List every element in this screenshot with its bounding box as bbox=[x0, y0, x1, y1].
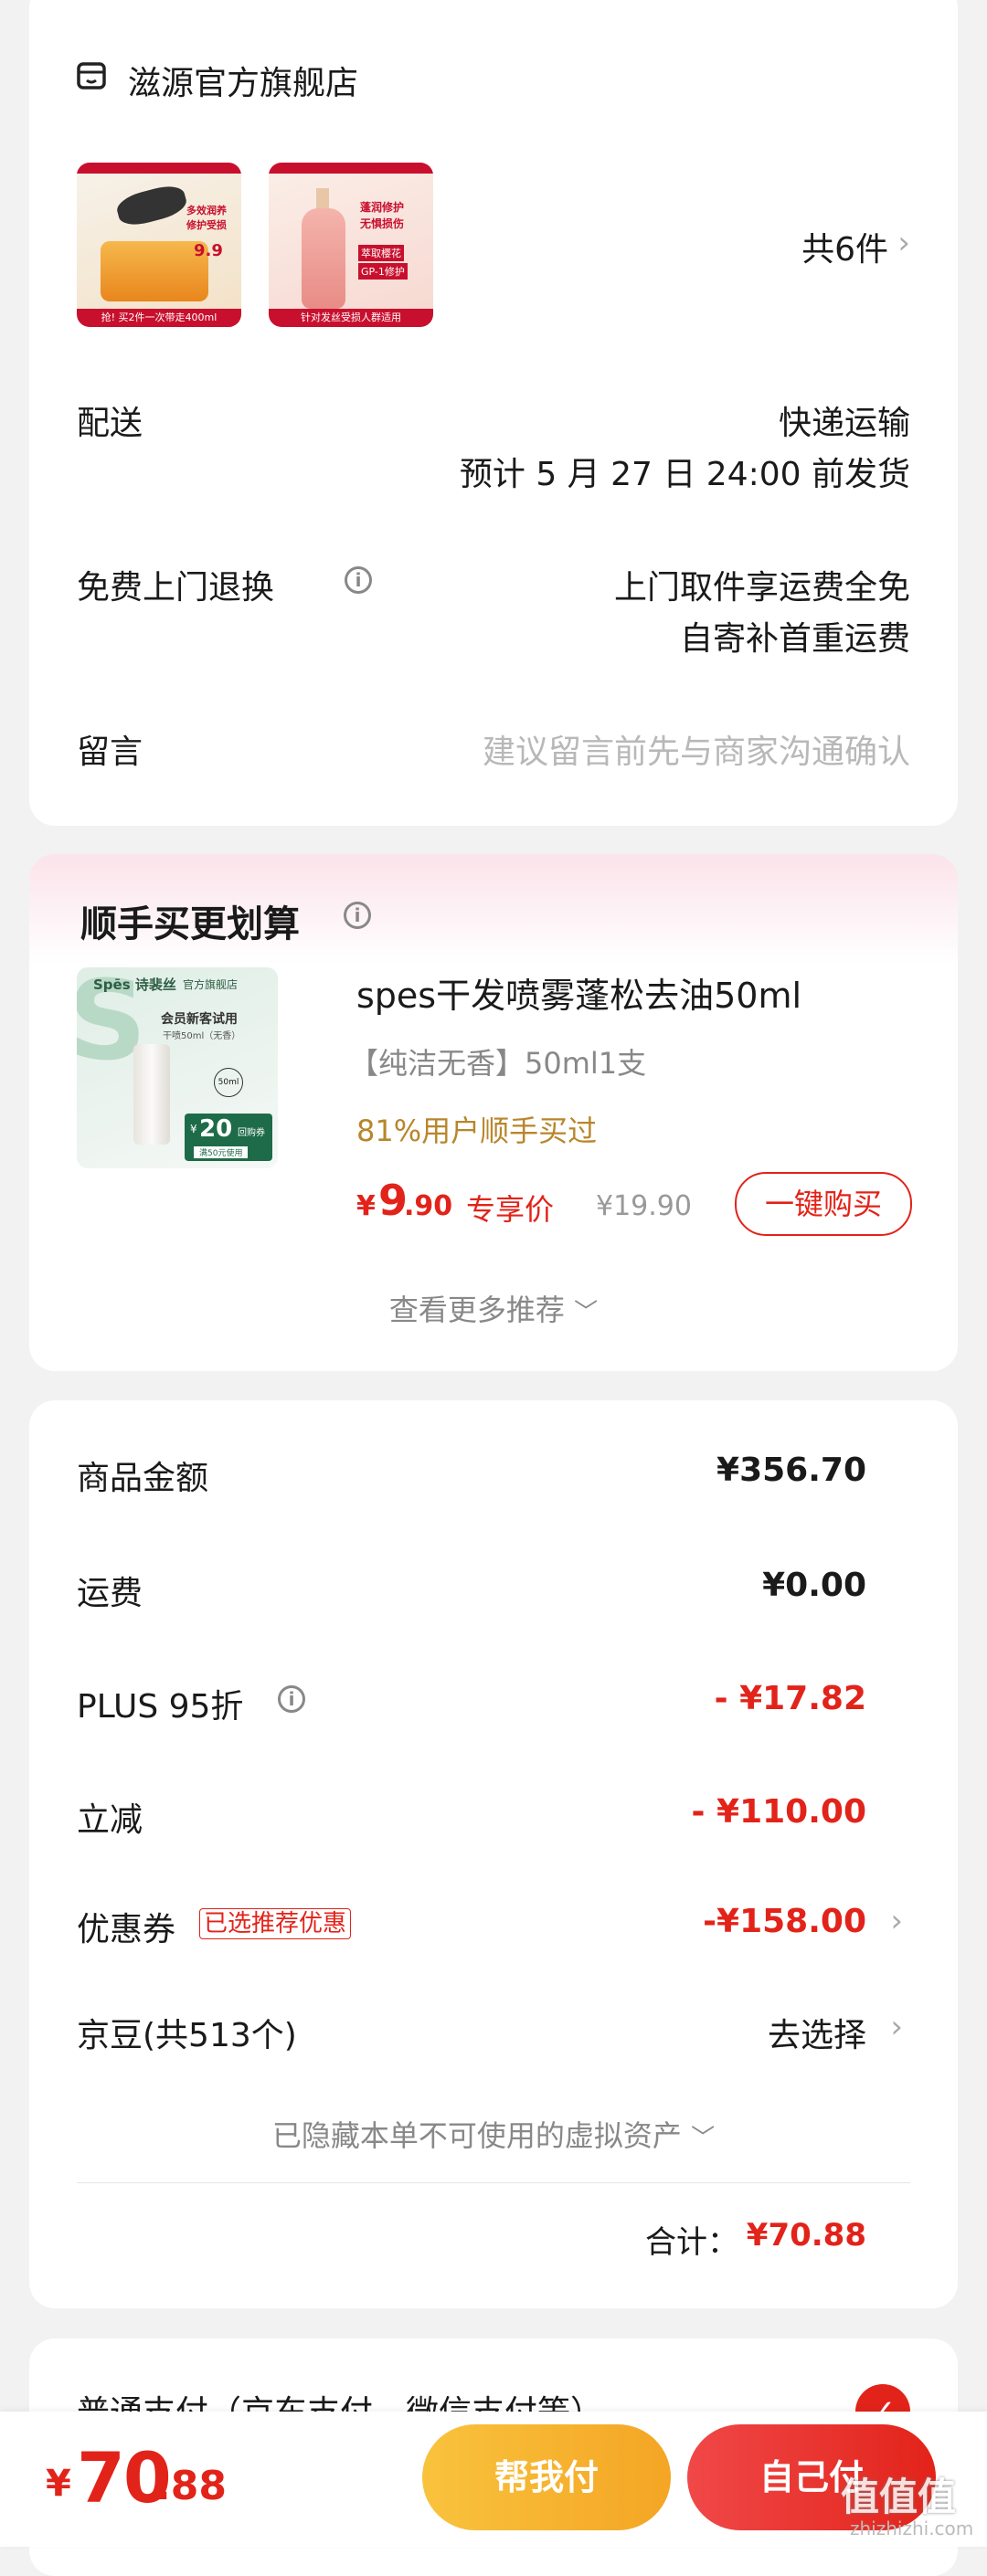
img-coupon: ¥ 20 回购券 满50元使用 bbox=[185, 1114, 272, 1161]
message-label: 留言 bbox=[77, 734, 143, 771]
bottom-price-dec: .88 bbox=[155, 2463, 227, 2509]
img-coupon-label: 回购券 bbox=[238, 1128, 265, 1138]
thumb-2-tag2: 无惧损伤 bbox=[360, 217, 405, 230]
store-icon bbox=[77, 62, 106, 90]
chevron-right-icon[interactable]: › bbox=[890, 1903, 903, 1939]
bottom-bar: ¥ 70 .88 帮我付 自己付 值值值 zhizhizhi.com bbox=[0, 2412, 987, 2547]
coupon-tag: 已选推荐优惠 bbox=[199, 1908, 352, 1939]
hidden-assets-toggle[interactable]: 已隐藏本单不可使用的虚拟资产 ﹀ bbox=[29, 2113, 958, 2155]
img-coupon-cond: 满50元使用 bbox=[194, 1146, 249, 1158]
img-coupon-symbol: ¥ bbox=[190, 1123, 197, 1135]
recommend-product-name[interactable]: spes干发喷雾蓬松去油50ml bbox=[356, 967, 801, 1018]
product-thumb-2[interactable]: 蓬润修护 无惧损伤 萃取樱花 GP-1修护 针对发丝受损人群适用 bbox=[269, 163, 433, 327]
help-pay-button[interactable]: 帮我付 bbox=[422, 2424, 671, 2530]
returns-label: 免费上门退换 bbox=[77, 569, 275, 607]
recommend-bought: 81%用户顺手买过 bbox=[356, 1114, 598, 1148]
goods-amount-value: ¥356.70 bbox=[716, 1452, 866, 1489]
total-label: 合计： bbox=[645, 2224, 738, 2261]
total-value: ¥70.88 bbox=[746, 2217, 866, 2254]
product-thumb-1[interactable]: 多效润养 修护受损 9.9 抢! 买2件一次带走400ml bbox=[77, 163, 241, 327]
img-store: 官方旗舰店 bbox=[183, 978, 239, 991]
thumb-1-tag: 多效润养 bbox=[186, 205, 227, 216]
summary-card: 商品金额 ¥356.70 运费 ¥0.00 PLUS 95折 i - ¥17.8… bbox=[29, 1400, 958, 2308]
instant-cut-value: - ¥110.00 bbox=[691, 1793, 866, 1831]
watermark-text: 值值值 bbox=[841, 2475, 957, 2519]
thumb-1-banner: 抢! 买2件一次带走400ml bbox=[77, 309, 241, 327]
recommend-title: 顺手买更划算 bbox=[80, 903, 300, 945]
img-brand: Spēs 诗裴丝 bbox=[93, 977, 176, 993]
watermark-url: zhizhizhi.com bbox=[850, 2518, 974, 2539]
info-icon[interactable]: i bbox=[345, 566, 372, 594]
watermark-logo: 值值值 bbox=[841, 2466, 956, 2522]
img-sub: 干喷50ml（无香） bbox=[163, 1031, 241, 1041]
recommend-product-image[interactable]: S Spēs 诗裴丝 官方旗舰店 会员新客试用 干喷50ml（无香） 50ml … bbox=[77, 967, 278, 1168]
returns-line1: 上门取件享运费全免 bbox=[613, 569, 910, 607]
message-input[interactable]: 建议留言前先与商家沟通确认 bbox=[483, 725, 910, 773]
store-card: 滋源官方旗舰店 多效润养 修护受损 9.9 抢! 买2件一次带走400ml 蓬润… bbox=[29, 0, 958, 826]
recommend-exclusive: 专享价 bbox=[466, 1192, 555, 1227]
bottom-currency: ¥ bbox=[46, 2463, 71, 2505]
plus-discount-value: - ¥17.82 bbox=[714, 1680, 866, 1717]
store-name[interactable]: 滋源官方旗舰店 bbox=[128, 57, 358, 104]
thumb-1-tag2: 修护受损 bbox=[186, 219, 227, 231]
chevron-down-icon: ﹀ bbox=[574, 1299, 599, 1326]
thumb-2-tag3: 萃取樱花 bbox=[358, 245, 404, 261]
coupon-value[interactable]: -¥158.00 bbox=[703, 1903, 866, 1940]
coupon-label: 优惠券 bbox=[77, 1911, 176, 1948]
recommend-price-dec: .90 bbox=[404, 1190, 453, 1222]
hidden-assets-label: 已隐藏本单不可使用的虚拟资产 bbox=[271, 2118, 682, 2153]
info-icon[interactable]: i bbox=[278, 1685, 305, 1713]
img-coupon-amount: 20 bbox=[199, 1115, 233, 1143]
thumb-1-price: 9.9 bbox=[194, 241, 223, 260]
more-recommend-label: 查看更多推荐 bbox=[388, 1293, 565, 1327]
freight-value: ¥0.00 bbox=[762, 1567, 866, 1604]
divider bbox=[77, 2182, 910, 2183]
recommend-spec: 【纯洁无香】50ml1支 bbox=[349, 1046, 647, 1081]
jd-beans-select[interactable]: 去选择 bbox=[768, 2009, 866, 2056]
thumb-2-tag4: GP-1修护 bbox=[358, 263, 408, 280]
shipping-eta: 预计 5 月 27 日 24:00 前发货 bbox=[459, 456, 910, 493]
shipping-label: 配送 bbox=[77, 405, 143, 442]
recommend-card: 顺手买更划算 i S Spēs 诗裴丝 官方旗舰店 会员新客试用 干喷50ml（… bbox=[29, 854, 958, 1371]
freight-label: 运费 bbox=[77, 1575, 143, 1612]
chevron-down-icon: ﹀ bbox=[691, 2125, 716, 2152]
chevron-right-icon[interactable]: › bbox=[890, 2009, 903, 2045]
thumb-2-tag: 蓬润修护 bbox=[360, 201, 405, 214]
plus-discount-label: PLUS 95折 bbox=[77, 1688, 244, 1726]
recommend-orig-price: ¥19.90 bbox=[596, 1190, 692, 1222]
item-count[interactable]: 共6件 bbox=[801, 223, 888, 270]
recommend-currency: ¥ bbox=[356, 1190, 376, 1222]
jd-beans-label: 京豆(共513个) bbox=[77, 2017, 297, 2054]
goods-amount-label: 商品金额 bbox=[77, 1460, 209, 1497]
instant-cut-label: 立减 bbox=[77, 1801, 143, 1839]
img-trial: 会员新客试用 bbox=[161, 1012, 238, 1027]
returns-line2: 自寄补首重运费 bbox=[679, 620, 910, 658]
buy-now-button[interactable]: 一键购买 bbox=[735, 1172, 912, 1236]
shipping-method[interactable]: 快递运输 bbox=[779, 396, 910, 444]
info-icon[interactable]: i bbox=[344, 902, 371, 929]
img-size: 50ml bbox=[214, 1068, 243, 1097]
chevron-right-icon[interactable]: › bbox=[897, 225, 910, 261]
thumb-2-banner: 针对发丝受损人群适用 bbox=[269, 309, 433, 327]
more-recommend-link[interactable]: 查看更多推荐 ﹀ bbox=[29, 1287, 958, 1329]
